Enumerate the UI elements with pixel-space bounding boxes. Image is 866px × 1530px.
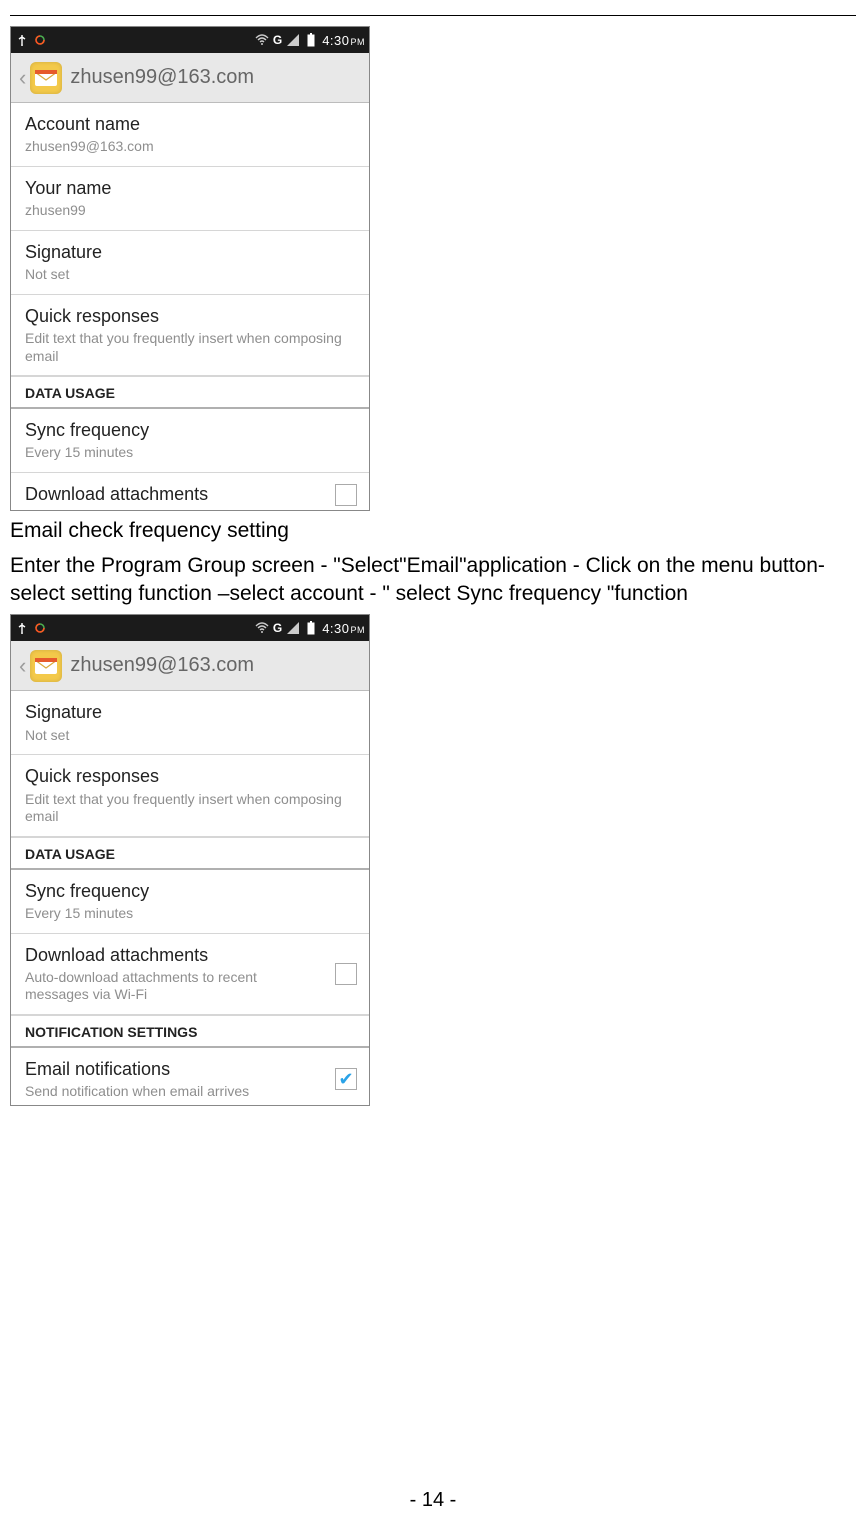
item-your-name[interactable]: Your name zhusen99 bbox=[11, 167, 369, 231]
item-title: Sync frequency bbox=[25, 419, 357, 442]
item-title: Signature bbox=[25, 701, 357, 724]
status-ampm: PM bbox=[351, 625, 366, 635]
item-title: Your name bbox=[25, 177, 357, 200]
network-type-label: G bbox=[273, 621, 282, 635]
sync-icon bbox=[33, 33, 47, 47]
app-bar-title: zhusen99@163.com bbox=[70, 66, 254, 89]
checkbox-download-attachments[interactable] bbox=[335, 963, 357, 985]
status-bar: G 4:30PM bbox=[11, 615, 369, 641]
status-left bbox=[15, 621, 47, 635]
status-left bbox=[15, 33, 47, 47]
signal-icon bbox=[286, 33, 300, 47]
item-title: Download attachments bbox=[25, 944, 323, 967]
item-quick-responses[interactable]: Quick responses Edit text that you frequ… bbox=[11, 295, 369, 376]
status-time-value: 4:30 bbox=[322, 33, 349, 48]
item-subtitle: Auto-download attachments to recent mess… bbox=[25, 969, 323, 1004]
item-signature[interactable]: Signature Not set bbox=[11, 691, 369, 755]
item-title: Quick responses bbox=[25, 305, 357, 328]
item-sync-frequency[interactable]: Sync frequency Every 15 minutes bbox=[11, 870, 369, 934]
section-header-data-usage: DATA USAGE bbox=[11, 376, 369, 409]
checkbox-email-notifications[interactable] bbox=[335, 1068, 357, 1090]
item-sync-frequency[interactable]: Sync frequency Every 15 minutes bbox=[11, 409, 369, 473]
network-type-label: G bbox=[273, 33, 282, 47]
wifi-icon bbox=[255, 33, 269, 47]
mail-app-icon[interactable] bbox=[30, 62, 62, 94]
item-subtitle: Not set bbox=[25, 727, 357, 745]
item-subtitle: zhusen99@163.com bbox=[25, 138, 357, 156]
item-subtitle: Edit text that you frequently insert whe… bbox=[25, 330, 357, 365]
doc-paragraph: Enter the Program Group screen - "Select… bbox=[10, 552, 830, 609]
back-icon[interactable]: ‹ bbox=[17, 653, 28, 679]
sync-icon bbox=[33, 621, 47, 635]
item-subtitle: Send notification when email arrives bbox=[25, 1083, 323, 1101]
item-title: Quick responses bbox=[25, 765, 357, 788]
app-bar: ‹ zhusen99@163.com bbox=[11, 641, 369, 691]
item-subtitle: zhusen99 bbox=[25, 202, 357, 220]
screenshot-1: G 4:30PM ‹ zhusen99@163.com Account name… bbox=[10, 26, 370, 511]
app-bar-title: zhusen99@163.com bbox=[70, 654, 254, 677]
item-download-attachments[interactable]: Download attachments Auto-download attac… bbox=[11, 934, 369, 1015]
signal-icon bbox=[286, 621, 300, 635]
usb-icon bbox=[15, 621, 29, 635]
status-time: 4:30PM bbox=[322, 621, 365, 636]
screenshot-2: G 4:30PM ‹ zhusen99@163.com Signature No… bbox=[10, 614, 370, 1105]
item-title: Account name bbox=[25, 113, 357, 136]
item-quick-responses[interactable]: Quick responses Edit text that you frequ… bbox=[11, 755, 369, 836]
item-title: Download attachments bbox=[25, 483, 323, 506]
item-account-name[interactable]: Account name zhusen99@163.com bbox=[11, 103, 369, 167]
top-horizontal-rule bbox=[10, 15, 856, 16]
item-subtitle: Edit text that you frequently insert whe… bbox=[25, 791, 357, 826]
status-bar: G 4:30PM bbox=[11, 27, 369, 53]
doc-heading: Email check frequency setting bbox=[10, 517, 830, 545]
item-subtitle: Not set bbox=[25, 266, 357, 284]
settings-list: Account name zhusen99@163.com Your name … bbox=[11, 103, 369, 510]
item-subtitle: Every 15 minutes bbox=[25, 905, 357, 923]
item-email-notifications[interactable]: Email notifications Send notification wh… bbox=[11, 1048, 369, 1105]
checkbox-download-attachments[interactable] bbox=[335, 484, 357, 506]
usb-icon bbox=[15, 33, 29, 47]
battery-icon bbox=[304, 33, 318, 47]
item-download-attachments[interactable]: Download attachments bbox=[11, 473, 369, 510]
battery-icon bbox=[304, 621, 318, 635]
section-header-data-usage: DATA USAGE bbox=[11, 837, 369, 870]
back-icon[interactable]: ‹ bbox=[17, 65, 28, 91]
app-bar: ‹ zhusen99@163.com bbox=[11, 53, 369, 103]
item-title: Email notifications bbox=[25, 1058, 323, 1081]
item-subtitle: Every 15 minutes bbox=[25, 444, 357, 462]
item-title: Sync frequency bbox=[25, 880, 357, 903]
item-signature[interactable]: Signature Not set bbox=[11, 231, 369, 295]
mail-app-icon[interactable] bbox=[30, 650, 62, 682]
item-title: Signature bbox=[25, 241, 357, 264]
wifi-icon bbox=[255, 621, 269, 635]
status-right: G 4:30PM bbox=[255, 621, 365, 636]
settings-list: Signature Not set Quick responses Edit t… bbox=[11, 691, 369, 1104]
status-right: G 4:30PM bbox=[255, 33, 365, 48]
status-ampm: PM bbox=[351, 37, 366, 47]
status-time: 4:30PM bbox=[322, 33, 365, 48]
status-time-value: 4:30 bbox=[322, 621, 349, 636]
page-number: - 14 - bbox=[0, 1489, 866, 1512]
section-header-notification-settings: NOTIFICATION SETTINGS bbox=[11, 1015, 369, 1048]
